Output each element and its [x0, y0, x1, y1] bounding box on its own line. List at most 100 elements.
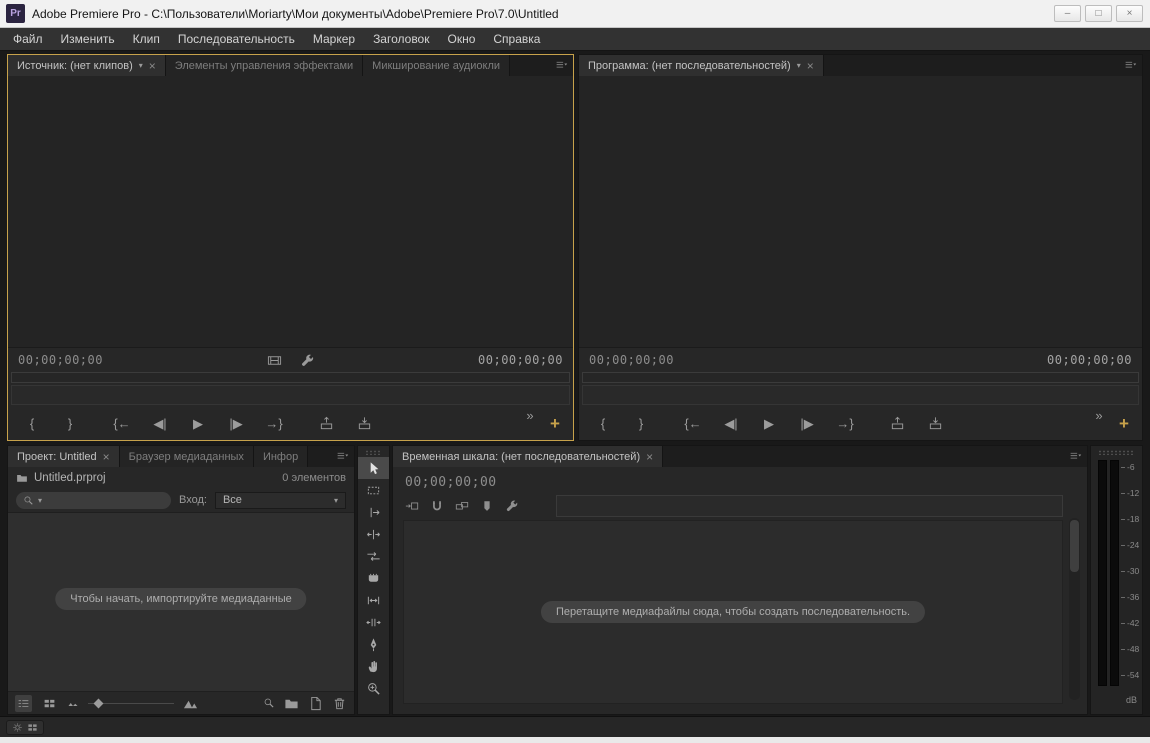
zoom-slider-thumb[interactable] [93, 698, 104, 709]
tab-timeline[interactable]: Временная шкала: (нет последовательносте… [393, 446, 664, 467]
button-editor-button[interactable]: + [1114, 413, 1134, 435]
maximize-button[interactable]: □ [1085, 5, 1112, 22]
status-widget[interactable] [6, 719, 44, 735]
mark-in-button[interactable]: { [587, 413, 619, 435]
rate-stretch-tool[interactable] [358, 545, 389, 567]
zoom-slider[interactable] [88, 697, 174, 709]
hand-tool[interactable] [358, 655, 389, 677]
extract-button[interactable] [919, 413, 951, 435]
new-bin-icon[interactable] [284, 696, 299, 711]
step-back-button[interactable]: ◀| [144, 413, 176, 435]
extract-button[interactable] [348, 413, 380, 435]
pen-tool[interactable] [358, 633, 389, 655]
menu-window[interactable]: Окно [438, 28, 484, 51]
chevron-down-icon[interactable]: ▾ [139, 61, 143, 70]
panel-menu-icon[interactable] [549, 55, 573, 76]
go-to-out-button[interactable]: →} [258, 413, 290, 435]
tab-audio-mixer[interactable]: Микширование аудиокли [363, 55, 511, 76]
linked-selection-toggle[interactable] [455, 499, 469, 513]
go-to-out-button[interactable]: →} [829, 413, 861, 435]
more-buttons-chevron[interactable]: » [1090, 407, 1108, 423]
menu-help[interactable]: Справка [484, 28, 549, 51]
project-item-list[interactable]: Чтобы начать, импортируйте медиаданные [8, 512, 354, 692]
menu-file[interactable]: Файл [4, 28, 52, 51]
tab-project[interactable]: Проект: Untitled × [8, 446, 120, 467]
slide-tool[interactable] [358, 611, 389, 633]
source-video-area[interactable] [8, 76, 573, 348]
slip-tool[interactable] [358, 589, 389, 611]
timeline-settings-button[interactable] [505, 499, 519, 513]
list-view-button[interactable] [15, 694, 32, 712]
close-icon[interactable]: × [807, 59, 814, 73]
step-forward-button[interactable]: |▶ [791, 413, 823, 435]
scrollbar-thumb[interactable] [1070, 520, 1079, 572]
rolling-edit-tool[interactable] [358, 523, 389, 545]
button-editor-button[interactable]: + [545, 413, 565, 435]
tab-program[interactable]: Программа: (нет последовательностей) ▾ × [579, 55, 824, 76]
source-current-timecode[interactable]: 00;00;00;00 [18, 353, 103, 367]
program-time-ruler[interactable] [582, 372, 1139, 383]
zoom-out-icon[interactable] [67, 697, 79, 709]
timeline-time-ruler[interactable] [556, 494, 1063, 517]
find-icon[interactable] [263, 697, 275, 709]
close-icon[interactable]: × [149, 59, 156, 73]
search-options-caret-icon[interactable]: ▾ [38, 496, 42, 505]
go-to-in-button[interactable]: {← [677, 413, 709, 435]
play-button[interactable]: ▶ [182, 413, 214, 435]
search-box[interactable]: ▾ [16, 491, 171, 509]
lift-button[interactable] [881, 413, 913, 435]
selection-tool[interactable] [358, 457, 389, 479]
panel-menu-icon[interactable] [330, 446, 354, 467]
tab-info[interactable]: Инфор [253, 446, 309, 467]
search-input[interactable] [46, 494, 164, 506]
zoom-tool[interactable] [358, 677, 389, 699]
snap-toggle[interactable] [430, 499, 444, 513]
timeline-track-area[interactable]: Перетащите медиафайлы сюда, чтобы создат… [403, 520, 1063, 704]
filter-dropdown[interactable]: Все ▾ [214, 491, 346, 509]
menu-title[interactable]: Заголовок [364, 28, 438, 51]
timeline-vertical-scrollbar[interactable] [1069, 518, 1080, 700]
play-button[interactable]: ▶ [753, 413, 785, 435]
lift-button[interactable] [310, 413, 342, 435]
panel-menu-icon[interactable] [1063, 446, 1087, 467]
panel-menu-icon[interactable] [1118, 55, 1142, 76]
ripple-edit-tool[interactable] [358, 501, 389, 523]
close-icon[interactable]: × [103, 450, 110, 464]
mark-out-button[interactable]: } [625, 413, 657, 435]
program-zoom-scrollbar[interactable] [582, 385, 1139, 405]
source-time-ruler[interactable] [11, 372, 570, 383]
close-button[interactable]: × [1116, 5, 1143, 22]
go-to-in-button[interactable]: {← [106, 413, 138, 435]
mark-out-button[interactable]: } [54, 413, 86, 435]
insert-nest-toggle[interactable] [405, 499, 419, 513]
tab-media-browser[interactable]: Браузер медиаданных [119, 446, 254, 467]
track-select-tool[interactable] [358, 479, 389, 501]
icon-view-button[interactable] [41, 695, 58, 712]
source-zoom-scrollbar[interactable] [11, 385, 570, 405]
export-frame-icon[interactable] [267, 353, 282, 368]
panel-grip-handle[interactable] [1098, 450, 1135, 455]
program-current-timecode[interactable]: 00;00;00;00 [589, 353, 674, 367]
new-item-icon[interactable] [308, 696, 323, 711]
program-video-area[interactable] [579, 76, 1142, 348]
panel-grip-handle[interactable] [365, 450, 382, 455]
timeline-timecode[interactable]: 00;00;00;00 [405, 475, 497, 490]
add-marker-button[interactable] [480, 499, 494, 513]
minimize-button[interactable]: – [1054, 5, 1081, 22]
menu-sequence[interactable]: Последовательность [169, 28, 304, 51]
settings-icon[interactable] [300, 353, 315, 368]
trash-icon[interactable] [332, 696, 347, 711]
menu-marker[interactable]: Маркер [304, 28, 364, 51]
menu-edit[interactable]: Изменить [52, 28, 124, 51]
step-forward-button[interactable]: |▶ [220, 413, 252, 435]
close-icon[interactable]: × [646, 450, 653, 464]
more-buttons-chevron[interactable]: » [521, 407, 539, 423]
mark-in-button[interactable]: { [16, 413, 48, 435]
tab-source[interactable]: Источник: (нет клипов) ▾ × [8, 55, 166, 76]
step-back-button[interactable]: ◀| [715, 413, 747, 435]
razor-tool[interactable] [358, 567, 389, 589]
tab-effect-controls[interactable]: Элементы управления эффектами [165, 55, 364, 76]
chevron-down-icon[interactable]: ▾ [797, 61, 801, 70]
zoom-in-icon[interactable] [183, 696, 198, 711]
menu-clip[interactable]: Клип [124, 28, 169, 51]
